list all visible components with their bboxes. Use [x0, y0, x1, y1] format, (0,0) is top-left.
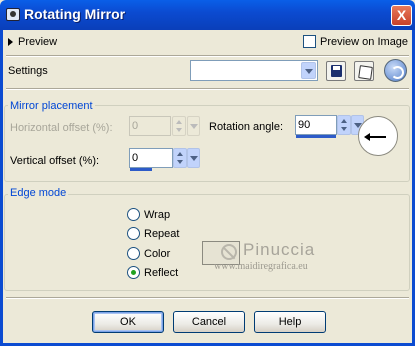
rotation-angle-label: Rotation angle:	[209, 121, 283, 133]
preview-on-image-checkbox[interactable]: Preview on Image	[303, 35, 408, 48]
horizontal-offset-label: Horizontal offset (%):	[10, 122, 113, 134]
window-frame-left	[0, 30, 3, 346]
horizontal-offset-value: 0	[132, 120, 139, 132]
radio-circle-selected[interactable]	[127, 266, 140, 279]
vertical-offset-spinner[interactable]	[173, 148, 187, 168]
chevron-down-icon	[190, 156, 198, 161]
horizontal-offset-dropdown[interactable]	[187, 116, 200, 136]
edge-mode-reflect-radio[interactable]: Reflect	[127, 266, 178, 279]
settings-dropdown[interactable]	[190, 60, 318, 81]
rotation-angle-slider[interactable]	[296, 135, 336, 138]
checkbox-box[interactable]	[303, 35, 316, 48]
vertical-offset-input[interactable]: 0	[129, 148, 173, 171]
ok-button[interactable]: OK	[92, 311, 164, 333]
radio-circle[interactable]	[127, 208, 140, 221]
vertical-offset-value: 0	[132, 152, 139, 164]
dropdown-arrow[interactable]	[301, 62, 316, 79]
save-preset-button[interactable]	[326, 61, 346, 81]
help-button[interactable]: Help	[254, 311, 326, 333]
chevron-down-icon	[190, 124, 198, 129]
reset-button[interactable]	[384, 59, 407, 82]
cancel-button[interactable]: Cancel	[173, 311, 245, 333]
dial-arrow-tip	[364, 133, 370, 141]
edge-mode-wrap-radio[interactable]: Wrap	[127, 208, 170, 221]
watermark-name: Pinuccia	[243, 240, 316, 259]
mirror-app-icon	[6, 8, 20, 21]
vertical-offset-label: Vertical offset (%):	[10, 155, 100, 167]
edge-mode-color-radio[interactable]: Color	[127, 247, 170, 260]
no-copy-icon	[221, 244, 237, 260]
preview-on-image-label: Preview on Image	[320, 35, 409, 48]
edge-mode-wrap-label: Wrap	[144, 208, 171, 221]
settings-label: Settings	[8, 65, 48, 77]
watermark-url: www.maidiregrafica.eu	[214, 261, 308, 272]
separator	[6, 297, 409, 299]
mirror-placement-legend: Mirror placement	[8, 100, 95, 112]
rotation-angle-spinner[interactable]	[337, 115, 351, 135]
separator	[6, 55, 409, 57]
close-button[interactable]: X	[391, 5, 412, 26]
edge-mode-repeat-radio[interactable]: Repeat	[127, 227, 179, 240]
edge-mode-color-label: Color	[144, 247, 171, 260]
preview-label: Preview	[18, 36, 58, 48]
edge-mode-repeat-label: Repeat	[144, 227, 180, 240]
radio-circle[interactable]	[127, 247, 140, 260]
rotation-angle-input[interactable]: 90	[295, 115, 337, 138]
randomize-button[interactable]	[354, 61, 374, 81]
preview-toggle[interactable]: Preview	[8, 35, 57, 49]
expand-triangle-icon	[8, 38, 13, 46]
edge-mode-legend: Edge mode	[8, 187, 69, 199]
edge-mode-reflect-label: Reflect	[144, 266, 179, 279]
vertical-offset-slider[interactable]	[130, 168, 152, 171]
horizontal-offset-spinner[interactable]	[172, 116, 186, 136]
angle-dial-icon[interactable]	[358, 116, 398, 156]
radio-circle[interactable]	[127, 227, 140, 240]
chevron-down-icon	[305, 69, 313, 74]
vertical-offset-dropdown[interactable]	[187, 148, 200, 168]
separator	[6, 88, 409, 90]
rotation-angle-value: 90	[298, 119, 311, 131]
window-title: Rotating Mirror	[24, 6, 126, 22]
horizontal-offset-input[interactable]: 0	[129, 116, 171, 136]
